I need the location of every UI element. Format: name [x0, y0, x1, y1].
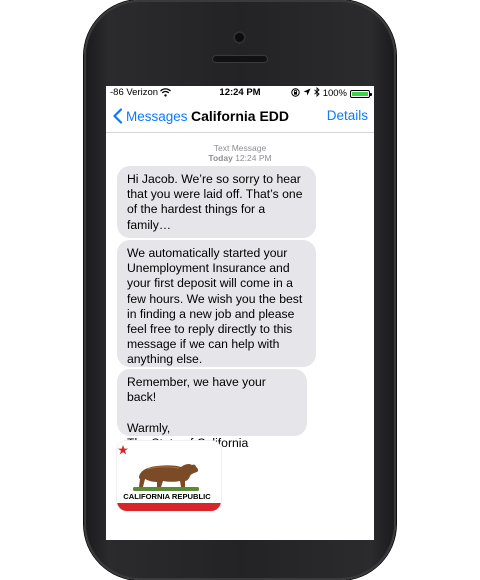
front-camera [233, 31, 246, 44]
received-message-bubble[interactable]: Hi Jacob. We’re so sorry to hear that yo… [117, 166, 316, 238]
navigation-bar: Messages California EDD Details [106, 102, 374, 133]
status-bar: -86 Verizon 12:24 PM 100% [106, 86, 374, 100]
timestamp-time: 12:24 PM [235, 153, 272, 163]
flag-stripe [117, 503, 221, 511]
phone-screen: -86 Verizon 12:24 PM 100% Messages Calif… [106, 86, 374, 540]
timestamp-day: Today [208, 153, 233, 163]
flag-caption: CALIFORNIA REPUBLIC [123, 492, 211, 501]
received-message-bubble[interactable]: Remember, we have your back! Warmly, The… [117, 369, 307, 450]
message-timestamp: Today 12:24 PM [106, 153, 374, 163]
screen-lock-icon [290, 87, 300, 100]
earpiece-speaker [212, 55, 268, 63]
back-button[interactable]: Messages [112, 108, 188, 124]
battery-icon [350, 89, 372, 98]
battery-fill [352, 91, 368, 96]
back-button-label: Messages [126, 108, 188, 124]
message-type-label: Text Message [213, 143, 267, 153]
location-icon [303, 88, 311, 99]
california-flag-image: CALIFORNIA REPUBLIC [117, 441, 221, 511]
received-message-bubble[interactable]: We automatically started your Unemployme… [117, 240, 316, 367]
chevron-left-icon [113, 108, 123, 124]
status-right-group: 100% [290, 86, 372, 100]
details-button[interactable]: Details [327, 108, 368, 123]
bluetooth-icon [313, 86, 320, 100]
image-message-bubble[interactable]: CALIFORNIA REPUBLIC [117, 441, 221, 511]
battery-percent: 100% [322, 88, 347, 99]
